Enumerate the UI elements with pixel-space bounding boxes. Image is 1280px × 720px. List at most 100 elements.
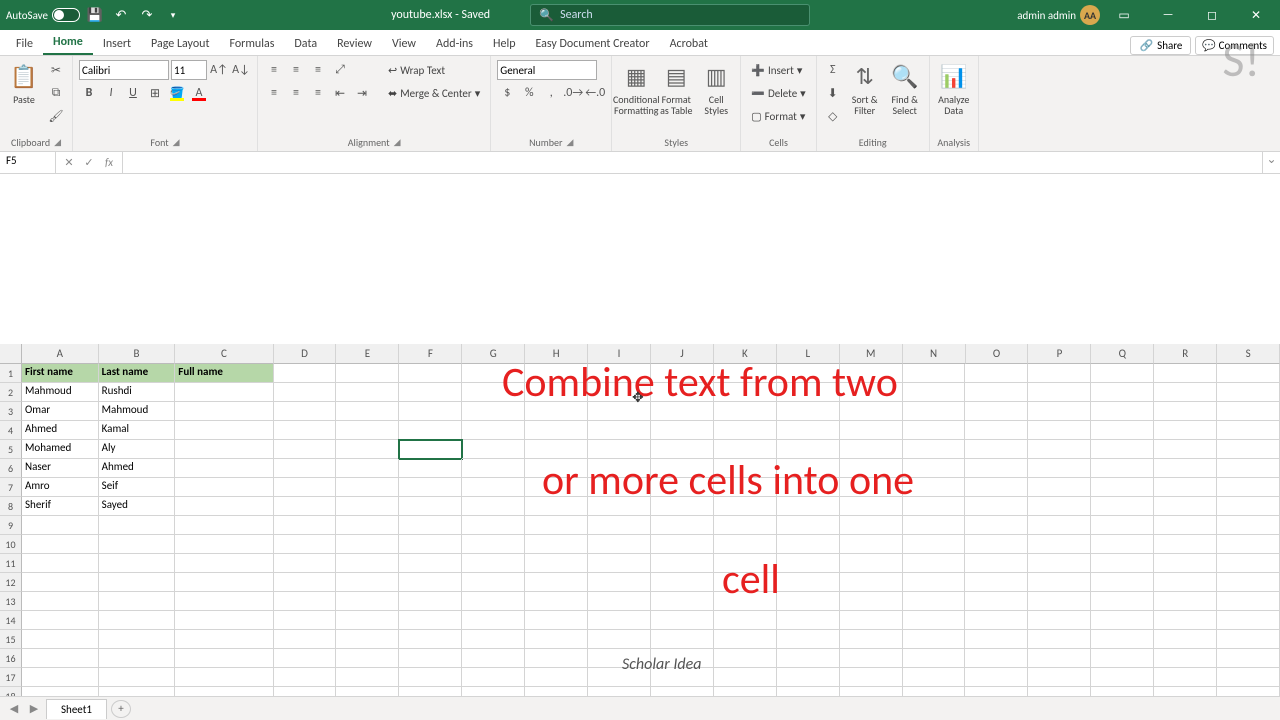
cell-Q17[interactable]: [1091, 668, 1154, 687]
cell-D4[interactable]: [274, 421, 337, 440]
cell-D2[interactable]: [274, 383, 337, 402]
cell-R9[interactable]: [1154, 516, 1217, 535]
row-header-6[interactable]: 6: [0, 459, 22, 478]
cell-R13[interactable]: [1154, 592, 1217, 611]
ribbon-display-icon[interactable]: ▭: [1104, 0, 1144, 30]
cell-I13[interactable]: [588, 592, 651, 611]
cell-L10[interactable]: [777, 535, 840, 554]
cell-M5[interactable]: [840, 440, 903, 459]
tab-formulas[interactable]: Formulas: [219, 33, 284, 55]
tab-insert[interactable]: Insert: [93, 33, 141, 55]
cell-L15[interactable]: [777, 630, 840, 649]
cell-E8[interactable]: [336, 497, 399, 516]
row-header-12[interactable]: 12: [0, 573, 22, 592]
cell-H11[interactable]: [525, 554, 588, 573]
cell-P10[interactable]: [1028, 535, 1091, 554]
cell-K11[interactable]: [714, 554, 777, 573]
cell-Q13[interactable]: [1091, 592, 1154, 611]
cell-S18[interactable]: [1217, 687, 1280, 696]
cell-E1[interactable]: [336, 364, 399, 383]
cell-M3[interactable]: [840, 402, 903, 421]
cell-S15[interactable]: [1217, 630, 1280, 649]
cell-G4[interactable]: [462, 421, 525, 440]
cell-N7[interactable]: [903, 478, 966, 497]
cell-H15[interactable]: [525, 630, 588, 649]
cell-K17[interactable]: [714, 668, 777, 687]
row-header-3[interactable]: 3: [0, 402, 22, 421]
cell-O9[interactable]: [965, 516, 1028, 535]
cell-C11[interactable]: [175, 554, 273, 573]
cell-A6[interactable]: Naser: [22, 459, 99, 478]
cell-P4[interactable]: [1028, 421, 1091, 440]
cell-I12[interactable]: [588, 573, 651, 592]
cell-F8[interactable]: [399, 497, 462, 516]
cell-N18[interactable]: [903, 687, 966, 696]
cell-C1[interactable]: Full name: [175, 364, 273, 383]
column-header-D[interactable]: D: [274, 344, 337, 364]
cell-J10[interactable]: [651, 535, 714, 554]
cell-G18[interactable]: [462, 687, 525, 696]
cell-S8[interactable]: [1217, 497, 1280, 516]
cell-R2[interactable]: [1154, 383, 1217, 402]
fill-color-icon[interactable]: 🪣: [167, 83, 187, 103]
cell-B14[interactable]: [99, 611, 176, 630]
tab-file[interactable]: File: [6, 33, 43, 55]
cell-J8[interactable]: [651, 497, 714, 516]
cell-I10[interactable]: [588, 535, 651, 554]
cell-P11[interactable]: [1028, 554, 1091, 573]
cell-O18[interactable]: [965, 687, 1028, 696]
font-launcher[interactable]: ◢: [173, 137, 180, 148]
cell-S6[interactable]: [1217, 459, 1280, 478]
cell-M2[interactable]: [840, 383, 903, 402]
cell-Q5[interactable]: [1091, 440, 1154, 459]
cell-L18[interactable]: [777, 687, 840, 696]
cell-G5[interactable]: [462, 440, 525, 459]
font-color-icon[interactable]: A: [189, 83, 209, 103]
cell-J7[interactable]: [651, 478, 714, 497]
column-header-A[interactable]: A: [22, 344, 99, 364]
maximize-icon[interactable]: ◻: [1192, 0, 1232, 30]
cell-E15[interactable]: [336, 630, 399, 649]
cell-G13[interactable]: [462, 592, 525, 611]
cell-O13[interactable]: [965, 592, 1028, 611]
cell-N2[interactable]: [903, 383, 966, 402]
cell-L13[interactable]: [777, 592, 840, 611]
cell-I15[interactable]: [588, 630, 651, 649]
cell-Q16[interactable]: [1091, 649, 1154, 668]
autosum-icon[interactable]: Σ: [823, 60, 843, 80]
cell-L5[interactable]: [777, 440, 840, 459]
cell-F17[interactable]: [399, 668, 462, 687]
format-cells-button[interactable]: ▢Format ▾: [747, 106, 809, 126]
cell-N12[interactable]: [903, 573, 966, 592]
cell-Q9[interactable]: [1091, 516, 1154, 535]
cell-I7[interactable]: [588, 478, 651, 497]
cell-N4[interactable]: [903, 421, 966, 440]
cell-L2[interactable]: [777, 383, 840, 402]
cell-C12[interactable]: [175, 573, 273, 592]
cell-Q14[interactable]: [1091, 611, 1154, 630]
cell-M10[interactable]: [840, 535, 903, 554]
align-bottom-icon[interactable]: ≡: [308, 60, 328, 80]
cell-N17[interactable]: [903, 668, 966, 687]
cell-R17[interactable]: [1154, 668, 1217, 687]
column-header-B[interactable]: B: [99, 344, 176, 364]
cell-J13[interactable]: [651, 592, 714, 611]
cell-H16[interactable]: [525, 649, 588, 668]
cell-D5[interactable]: [274, 440, 337, 459]
column-header-H[interactable]: H: [525, 344, 588, 364]
share-button[interactable]: 🔗Share: [1130, 36, 1191, 55]
align-middle-icon[interactable]: ≡: [286, 60, 306, 80]
cell-I11[interactable]: [588, 554, 651, 573]
cell-G2[interactable]: [462, 383, 525, 402]
cell-H2[interactable]: [525, 383, 588, 402]
tab-view[interactable]: View: [382, 33, 426, 55]
cell-A16[interactable]: [22, 649, 99, 668]
cell-R16[interactable]: [1154, 649, 1217, 668]
cell-L11[interactable]: [777, 554, 840, 573]
cell-L6[interactable]: [777, 459, 840, 478]
cell-G8[interactable]: [462, 497, 525, 516]
number-launcher[interactable]: ◢: [567, 137, 574, 148]
enter-formula-icon[interactable]: ✓: [80, 156, 98, 169]
decrease-indent-icon[interactable]: ⇤: [330, 83, 350, 103]
cell-A8[interactable]: Sherif: [22, 497, 99, 516]
